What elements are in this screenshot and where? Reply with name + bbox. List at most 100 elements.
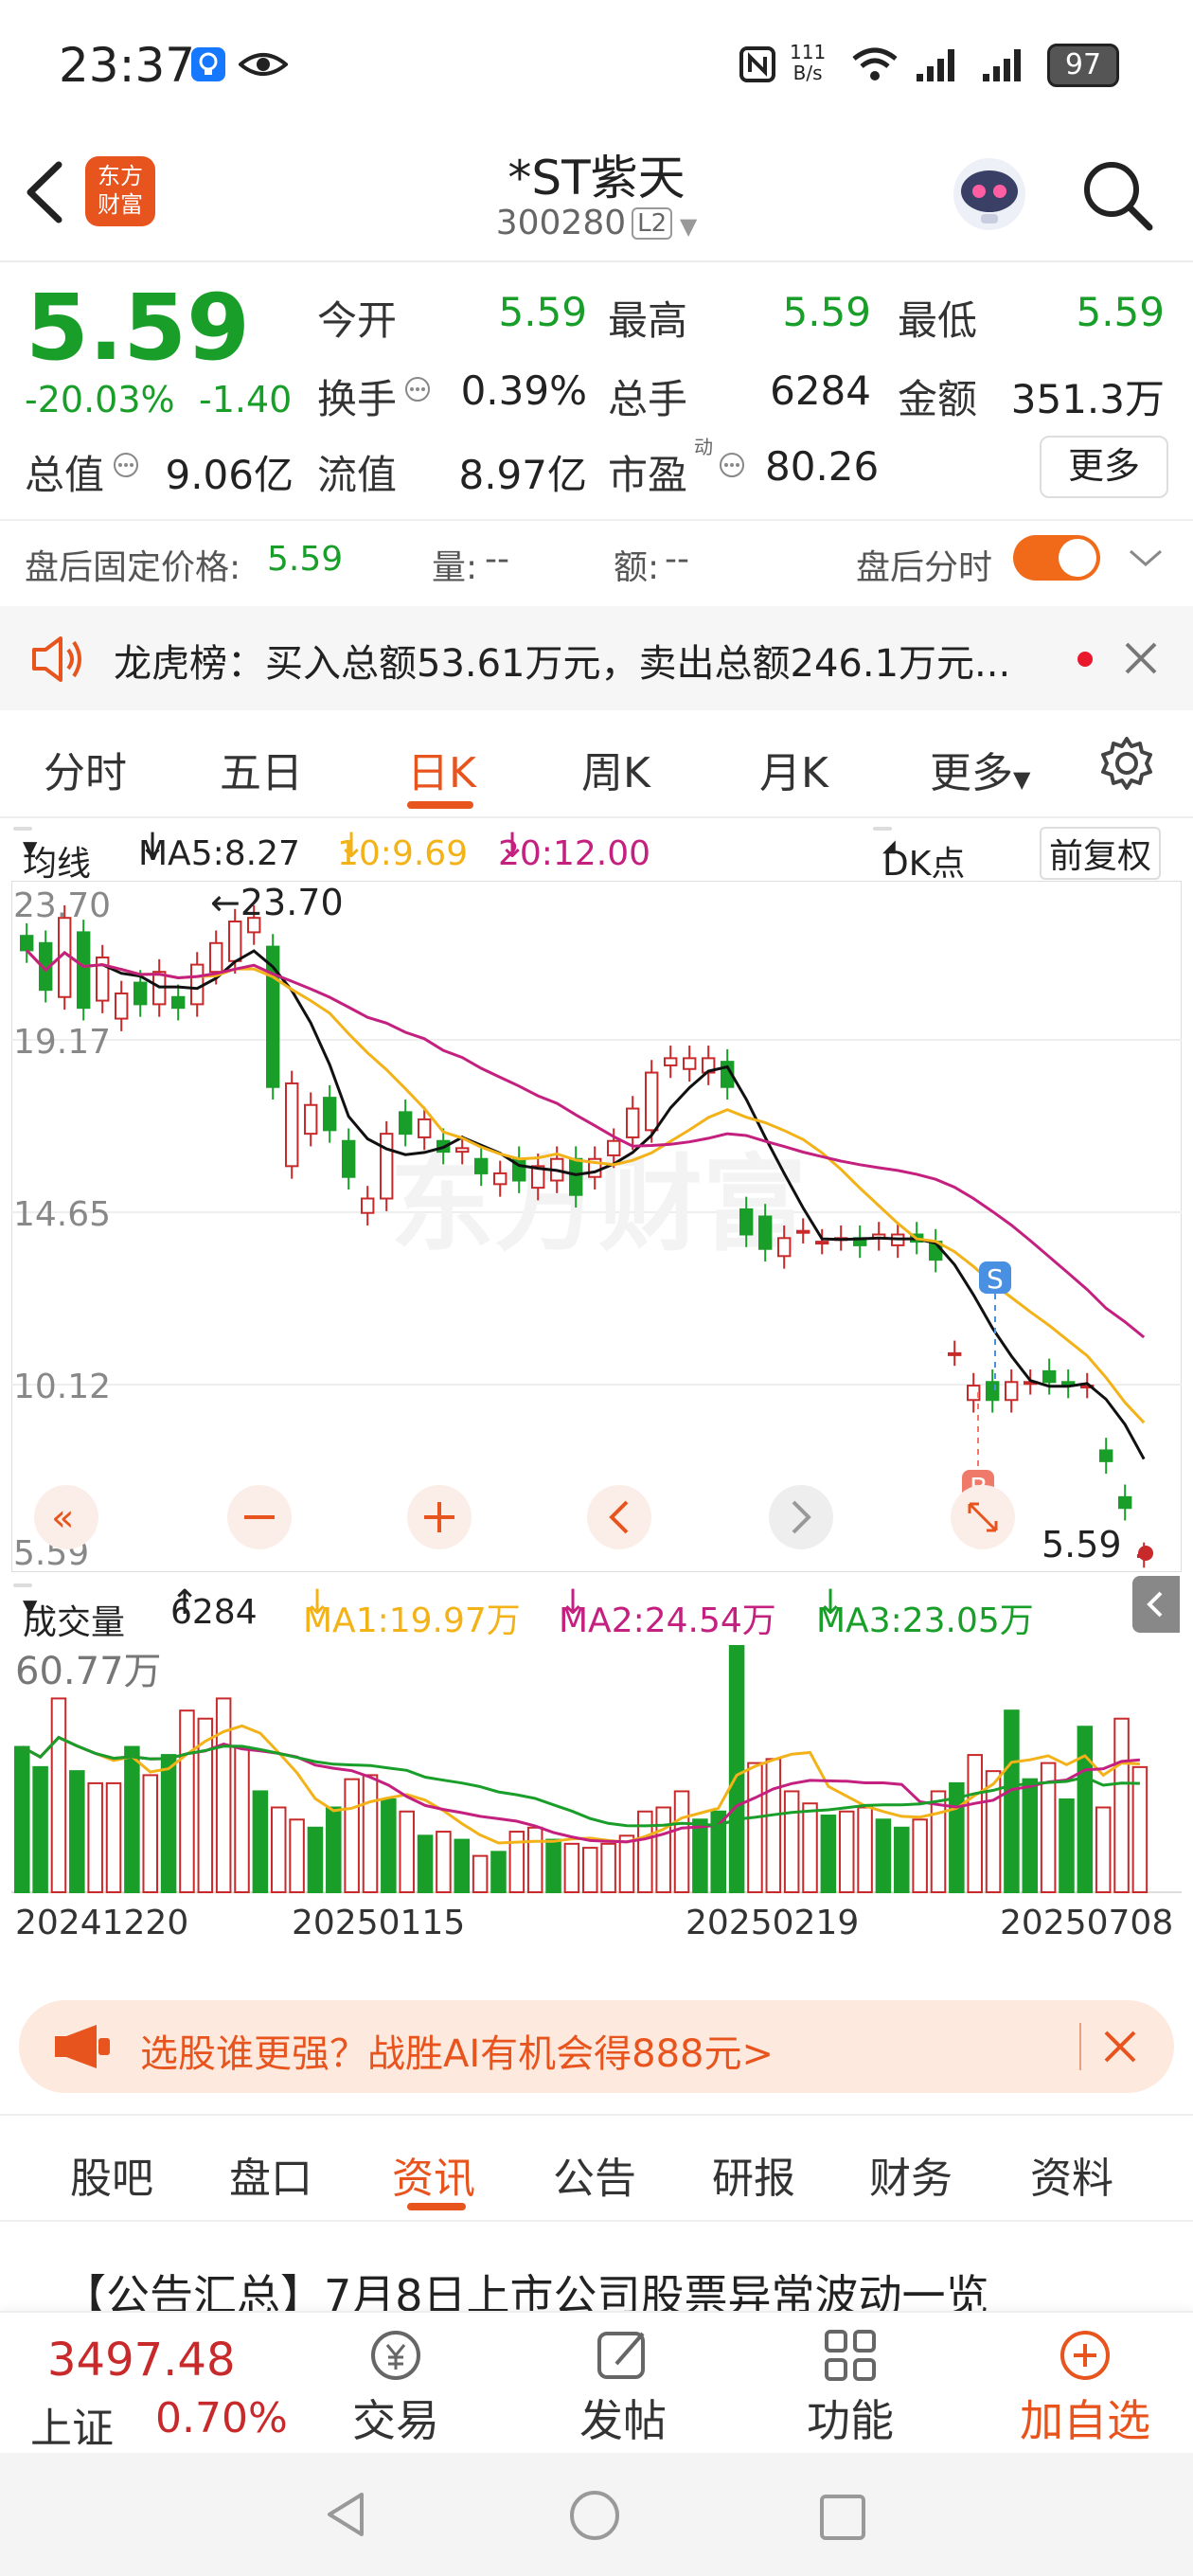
volume-bar xyxy=(1131,1765,1148,1893)
chevron-down-icon[interactable] xyxy=(1127,546,1165,570)
info-icon[interactable] xyxy=(403,375,432,403)
candle xyxy=(1042,1369,1057,1384)
volume-bar xyxy=(563,1842,580,1894)
tab-monthly-k[interactable]: 月K xyxy=(759,739,828,799)
volume-bar xyxy=(289,1818,305,1893)
gear-icon[interactable] xyxy=(1098,735,1155,792)
nav-add-watchlist[interactable]: 加自选 xyxy=(1009,2313,1161,2449)
tab-news[interactable]: 资讯 xyxy=(392,2144,475,2205)
nav-functions[interactable]: 功能 xyxy=(784,2313,917,2449)
promo-banner[interactable]: 选股谁更强？战胜AI有机会得888元> xyxy=(19,2000,1174,2093)
ma-bar: 均线 ▼ MA5:8.27 ↓ 10:9.69 ↓ 20:12.00 ↓ DK点 ◢ 前复… xyxy=(0,819,1193,884)
volume-bar xyxy=(399,1810,415,1894)
close-icon[interactable] xyxy=(1123,640,1159,676)
volume-max-label: 60.77万 xyxy=(15,1650,162,1693)
dk-button[interactable]: DK点 ◢ xyxy=(873,827,965,884)
tab-announcements[interactable]: 公告 xyxy=(553,2144,636,2205)
more-button[interactable]: 更多 xyxy=(1040,436,1168,498)
indicator-select[interactable]: 均线 ▼ xyxy=(13,827,91,884)
recents-square-icon[interactable] xyxy=(816,2491,869,2544)
index-percent: 0.70% xyxy=(155,2394,288,2442)
volume-bar xyxy=(618,1834,635,1893)
volume-bar xyxy=(417,1834,434,1893)
kline-chart[interactable]: 东方财富 23.70 19.17 14.65 10.12 5.59 ←23.70… xyxy=(11,881,1182,1572)
search-icon[interactable] xyxy=(1079,157,1155,233)
robot-assistant-icon[interactable] xyxy=(947,152,1032,237)
side-panel-toggle[interactable] xyxy=(1132,1576,1180,1633)
volume-bar xyxy=(87,1781,103,1893)
tab-indicator xyxy=(407,2203,466,2210)
info-icon-2[interactable] xyxy=(112,451,140,479)
unread-dot xyxy=(1077,652,1093,667)
volume-indicator-label: 成交量 xyxy=(23,1603,126,1642)
candle xyxy=(664,1057,678,1066)
tab-weekly-k[interactable]: 周K xyxy=(581,739,650,799)
open-value: 5.59 xyxy=(498,289,587,335)
turnover-value: 0.39% xyxy=(460,367,587,414)
adjust-button[interactable]: 前复权 xyxy=(1040,827,1162,880)
news-item[interactable]: 【公告汇总】7月8日上市公司股票异常波动一览 xyxy=(0,2220,1193,2317)
market-cap-label: 总值 xyxy=(25,452,105,498)
megaphone-icon xyxy=(55,2025,110,2068)
scroll-left-button[interactable] xyxy=(587,1485,651,1549)
nav-post[interactable]: 发帖 xyxy=(557,2313,689,2449)
notice-bar[interactable]: 龙虎榜：买入总额53.61万元，卖出总额246.1万元... xyxy=(0,606,1193,710)
tab-forum[interactable]: 股吧 xyxy=(70,2144,153,2205)
ma10-value: 10:9.69 ↓ xyxy=(337,827,469,873)
tab-financials[interactable]: 财务 xyxy=(869,2144,953,2205)
volume-bar xyxy=(526,1826,543,1894)
add-circle-icon xyxy=(1060,2331,1110,2380)
tab-orderbook[interactable]: 盘口 xyxy=(229,2144,312,2205)
volume-chart[interactable]: 60.77万 xyxy=(11,1638,1182,1894)
tab-daily-k[interactable]: 日K xyxy=(407,739,476,799)
last-price-marker: 5.59 xyxy=(1042,1524,1122,1565)
open-label: 今开 xyxy=(317,297,398,344)
bottom-nav: 3497.48 上证 0.70% 交易 发帖 功能 加自选 xyxy=(0,2311,1193,2455)
volume-bar xyxy=(692,1818,708,1893)
volume-bar xyxy=(105,1781,122,1893)
info-tabs: 股吧 盘口 资讯 公告 研报 财务 资料 xyxy=(0,2114,1193,2222)
system-nav-bar xyxy=(0,2453,1193,2576)
back-triangle-icon[interactable] xyxy=(322,2489,369,2540)
after-hours-vol-label: 量: xyxy=(432,548,478,587)
candle xyxy=(209,941,223,974)
candle xyxy=(758,1215,773,1250)
volume-bar xyxy=(270,1806,287,1893)
yen-cycle-icon xyxy=(371,2331,420,2380)
home-circle-icon[interactable] xyxy=(566,2489,623,2546)
volume-bar xyxy=(820,1815,837,1893)
candle xyxy=(815,1241,829,1245)
volume-bar xyxy=(362,1774,379,1894)
nav-trade[interactable]: 交易 xyxy=(329,2313,462,2449)
float-cap-value: 8.97亿 xyxy=(458,452,587,498)
candle xyxy=(418,1118,432,1138)
volume-bar xyxy=(875,1818,892,1893)
candle xyxy=(986,1381,1000,1402)
change-percent: -20.03% xyxy=(25,379,175,420)
eye-icon xyxy=(239,53,288,76)
candle xyxy=(399,1111,413,1136)
scroll-right-button[interactable] xyxy=(769,1485,833,1549)
last-price-dot xyxy=(1138,1546,1153,1561)
nav-add-watchlist-label: 加自选 xyxy=(1020,2395,1150,2446)
tab-research[interactable]: 研报 xyxy=(712,2144,795,2205)
after-hours-timeshare-label: 盘后分时 xyxy=(856,548,993,587)
info-icon-3[interactable] xyxy=(718,451,746,479)
tab-five-day[interactable]: 五日 xyxy=(220,739,303,799)
after-hours-vol: -- xyxy=(485,540,509,579)
volume-bar xyxy=(179,1709,195,1894)
index-value[interactable]: 3497.48 xyxy=(47,2334,236,2387)
tab-timeshare[interactable]: 分时 xyxy=(44,739,127,799)
total-hands-value: 6284 xyxy=(770,367,871,414)
vol-ma3-text: MA3:23.05万 xyxy=(816,1601,1034,1640)
signal-icon xyxy=(917,49,954,81)
tab-more[interactable]: 更多▼ xyxy=(930,739,1030,799)
after-hours-toggle[interactable] xyxy=(1013,535,1100,581)
volume-indicator-select[interactable]: 成交量 ▼ xyxy=(13,1583,125,1642)
close-icon[interactable] xyxy=(1100,2027,1140,2066)
double-left-icon: « xyxy=(51,1496,74,1540)
volume-bar xyxy=(655,1806,671,1893)
volume-bar xyxy=(14,1745,30,1894)
candle xyxy=(683,1057,697,1070)
tab-profile[interactable]: 资料 xyxy=(1030,2144,1113,2205)
